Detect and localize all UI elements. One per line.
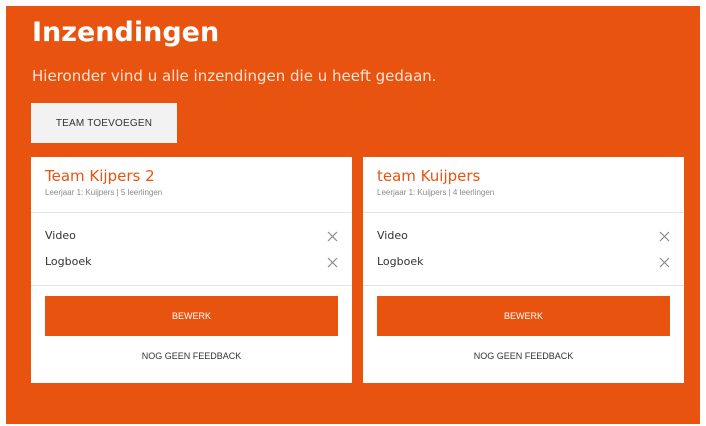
divider (363, 285, 684, 286)
divider (31, 285, 352, 286)
team-card: team Kuijpers Leerjaar 1: Kuijpers | 4 l… (363, 157, 684, 383)
close-icon[interactable] (327, 231, 338, 242)
submissions-panel: Inzendingen Hieronder vind u alle inzend… (6, 6, 700, 424)
close-icon[interactable] (659, 231, 670, 242)
page-title: Inzendingen (32, 17, 220, 48)
submission-item: Logboek (377, 253, 670, 273)
close-icon[interactable] (659, 257, 670, 268)
submission-item-label: Video (377, 229, 408, 242)
submission-item-label: Logboek (377, 255, 424, 268)
page-subtitle: Hieronder vind u alle inzendingen die u … (32, 67, 437, 85)
edit-button[interactable]: BEWERK (377, 296, 670, 336)
divider (363, 212, 684, 213)
submission-item-label: Video (45, 229, 76, 242)
team-name: team Kuijpers (377, 167, 481, 185)
team-meta: Leerjaar 1: Kuijpers | 4 leerlingen (377, 188, 495, 197)
submission-item: Video (45, 227, 338, 247)
team-card: Team Kijpers 2 Leerjaar 1: Kuijpers | 5 … (31, 157, 352, 383)
add-team-button[interactable]: TEAM TOEVOEGEN (31, 103, 177, 143)
edit-button[interactable]: BEWERK (45, 296, 338, 336)
submission-item: Logboek (45, 253, 338, 273)
team-name: Team Kijpers 2 (45, 167, 155, 185)
feedback-status: NOG GEEN FEEDBACK (473, 351, 574, 361)
submission-item: Video (377, 227, 670, 247)
submission-item-label: Logboek (45, 255, 92, 268)
divider (31, 212, 352, 213)
close-icon[interactable] (327, 257, 338, 268)
feedback-status: NOG GEEN FEEDBACK (141, 351, 242, 361)
team-meta: Leerjaar 1: Kuijpers | 5 leerlingen (45, 188, 163, 197)
